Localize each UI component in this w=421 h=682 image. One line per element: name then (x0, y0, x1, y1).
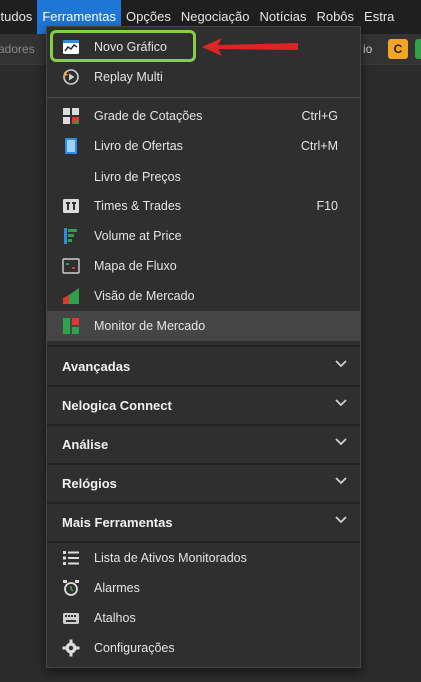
section-label: Avançadas (62, 359, 131, 374)
menu-item-label: Lista de Ativos Monitorados (94, 551, 247, 565)
list-icon (63, 551, 79, 565)
section-avancadas[interactable]: Avançadas (47, 347, 360, 385)
menu-item-shortcut: Ctrl+M (300, 139, 338, 153)
toolbar-right-label: io (363, 42, 373, 56)
menu-item-configuracoes[interactable]: Configurações (47, 633, 360, 663)
menu-item-label: Atalhos (94, 611, 136, 625)
red-arrow-icon (202, 38, 298, 56)
menu-estrategias[interactable]: Estra (359, 0, 399, 34)
highlight-box (50, 30, 196, 62)
section-relogios[interactable]: Relógios (47, 464, 360, 502)
menu-item-volume-at-price[interactable]: Volume at Price (47, 221, 360, 251)
menu-separator (47, 97, 360, 98)
menu-item-label: Monitor de Mercado (94, 319, 206, 333)
menu-item-times-trades[interactable]: Times & Trades F10 (47, 191, 360, 221)
keyboard-icon (63, 613, 79, 624)
ferramentas-dropdown: Novo Gráfico Replay Multi Grade de Cotaç… (46, 26, 361, 668)
menu-item-label: Volume at Price (94, 229, 182, 243)
section-label: Nelogica Connect (62, 398, 172, 413)
menu-item-visao-mercado[interactable]: Visão de Mercado (47, 281, 360, 311)
menu-item-mapa-fluxo[interactable]: Mapa de Fluxo (47, 251, 360, 281)
menu-estudos[interactable]: studos (0, 0, 37, 34)
chevron-down-icon (335, 438, 347, 446)
flow-map-icon (62, 258, 80, 274)
menu-item-monitor-mercado[interactable]: Monitor de Mercado (47, 311, 360, 341)
chevron-down-icon (335, 516, 347, 524)
menu-item-replay-multi[interactable]: Replay Multi (47, 62, 360, 92)
section-label: Mais Ferramentas (62, 515, 173, 530)
market-view-icon (63, 288, 79, 304)
book-icon (65, 138, 77, 154)
gear-icon (62, 639, 80, 657)
menu-item-label: Livro de Ofertas (94, 139, 183, 153)
section-analise[interactable]: Análise (47, 425, 360, 463)
alarm-icon (63, 580, 79, 596)
toolbar-indicadores-label[interactable]: adores (0, 42, 35, 56)
toolbar-green-button[interactable] (415, 39, 421, 59)
menu-item-lista-ativos[interactable]: Lista de Ativos Monitorados (47, 543, 360, 573)
chevron-down-icon (335, 399, 347, 407)
replay-icon (63, 69, 79, 85)
volume-icon (64, 228, 77, 244)
grid-icon (63, 108, 79, 124)
menu-item-label: Visão de Mercado (94, 289, 195, 303)
menu-item-label: Configurações (94, 641, 175, 655)
section-mais-ferramentas[interactable]: Mais Ferramentas (47, 503, 360, 541)
section-label: Análise (62, 437, 109, 452)
menu-item-label: Mapa de Fluxo (94, 259, 177, 273)
menu-item-alarmes[interactable]: Alarmes (47, 573, 360, 603)
menu-item-shortcut: Ctrl+G (301, 109, 338, 123)
menu-item-grade-cotacoes[interactable]: Grade de Cotações Ctrl+G (47, 101, 360, 131)
menu-item-label: Alarmes (94, 581, 140, 595)
menu-item-label: Replay Multi (94, 70, 163, 84)
chevron-down-icon (335, 477, 347, 485)
section-nelogica-connect[interactable]: Nelogica Connect (47, 386, 360, 424)
times-trades-icon (63, 199, 79, 213)
menu-item-label: Times & Trades (94, 199, 182, 213)
menu-item-shortcut: F10 (316, 199, 338, 213)
section-label: Relógios (62, 476, 117, 491)
chevron-down-icon (335, 360, 347, 368)
menu-item-livro-ofertas[interactable]: Livro de Ofertas Ctrl+M (47, 131, 360, 161)
menu-item-atalhos[interactable]: Atalhos (47, 603, 360, 633)
market-monitor-icon (63, 318, 79, 334)
toolbar-c-button[interactable]: C (388, 39, 408, 59)
menu-item-label: Grade de Cotações (94, 109, 203, 123)
menu-item-livro-precos[interactable]: Livro de Preços (47, 162, 360, 192)
menu-item-label: Livro de Preços (94, 170, 181, 184)
